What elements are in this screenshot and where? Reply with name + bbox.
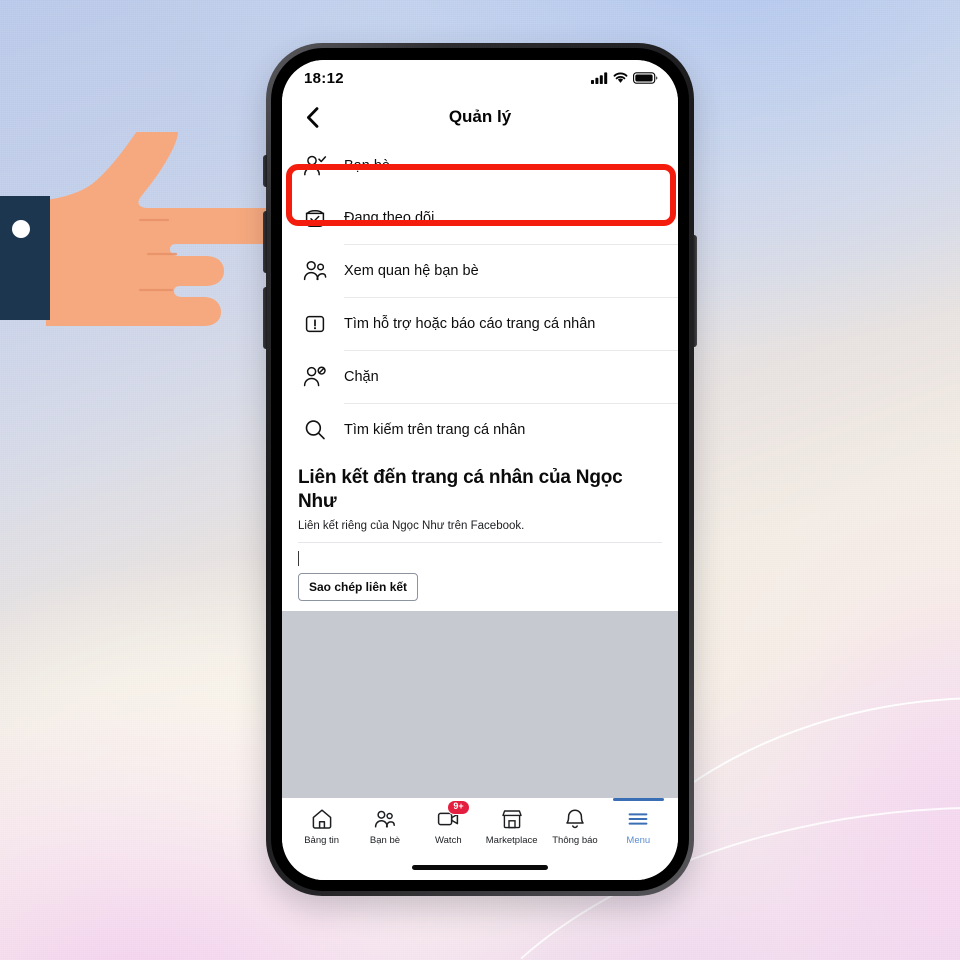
search-icon [296, 417, 334, 443]
menu-item-label: Bạn bè [344, 158, 390, 174]
menu-item-report-profile[interactable]: Tìm hỗ trợ hoặc báo cáo trang cá nhân [282, 298, 678, 350]
profile-link-section: Liên kết đến trang cá nhân của Ngọc Như … [282, 456, 678, 612]
menu-item-friend-relationship[interactable]: Xem quan hệ bạn bè [282, 245, 678, 297]
screen-body: Quản lý Bạn bè Đang theo dõi Xem quan hệ… [282, 94, 678, 880]
watch-icon: 9+ [436, 800, 470, 831]
status-time: 18:12 [304, 69, 344, 87]
active-tab-indicator [612, 798, 664, 801]
profile-link-title: Liên kết đến trang cá nhân của Ngọc Như [298, 467, 623, 512]
status-icons-group [591, 70, 658, 84]
menu-item-label: Đang theo dõi [344, 210, 435, 226]
bottom-navigation-bar: Bảng tin Bạn bè 9+ Watch Marketplace Thô… [282, 798, 678, 854]
power-button[interactable] [693, 235, 697, 347]
marketplace-icon [500, 807, 524, 831]
phone-bezel: 18:12 Quản lý Bạn bè Đang theo dõi Xem q… [271, 48, 689, 891]
nav-item-friends[interactable]: Bạn bè [353, 798, 416, 854]
menu-hamburger-icon [626, 807, 650, 831]
people-icon [296, 258, 334, 284]
menu-item-label: Tìm hỗ trợ hoặc báo cáo trang cá nhân [344, 316, 596, 332]
home-indicator[interactable] [412, 864, 548, 870]
menu-item-label: Xem quan hệ bạn bè [344, 263, 479, 279]
status-bar: 18:12 [282, 60, 678, 94]
nav-item-label: Menu [626, 835, 651, 846]
wifi-icon [613, 72, 628, 83]
pointing-hand-illustration [0, 113, 300, 347]
battery-icon [633, 72, 658, 84]
shirt-sleeve-cuff [0, 196, 50, 320]
text-cursor-caret [298, 550, 299, 566]
profile-link-subtitle: Liên kết riêng của Ngọc Như trên Faceboo… [298, 519, 525, 532]
nav-item-label: Bạn bè [369, 835, 401, 846]
nav-item-marketplace[interactable]: Marketplace [480, 798, 543, 854]
home-indicator-area [282, 854, 678, 880]
nav-item-menu[interactable]: Menu [607, 798, 670, 854]
nav-item-label: Watch [435, 835, 462, 846]
watch-badge: 9+ [447, 800, 470, 815]
chevron-left-icon [306, 106, 318, 128]
content-placeholder-area [282, 611, 678, 798]
menu-item-friends[interactable]: Bạn bè [282, 140, 678, 192]
nav-item-newsfeed[interactable]: Bảng tin [290, 798, 353, 854]
bell-icon [563, 807, 587, 831]
phone-device-frame: 18:12 Quản lý Bạn bè Đang theo dõi Xem q… [263, 43, 697, 896]
menu-item-label: Tìm kiếm trên trang cá nhân [344, 422, 526, 438]
profile-link-input-row[interactable] [298, 543, 662, 573]
page-title: Quản lý [448, 107, 512, 126]
menu-item-search-profile[interactable]: Tìm kiếm trên trang cá nhân [282, 404, 678, 456]
person-block-icon [296, 364, 334, 390]
screenshot-scene: 18:12 Quản lý Bạn bè Đang theo dõi Xem q… [0, 0, 960, 960]
app-header: Quản lý [282, 94, 678, 140]
menu-item-label: Chặn [344, 369, 379, 385]
back-button[interactable] [296, 101, 328, 133]
cellular-signal-icon [591, 72, 608, 84]
phone-screen: 18:12 Quản lý Bạn bè Đang theo dõi Xem q… [282, 60, 678, 880]
alert-box-icon [296, 311, 334, 337]
following-check-icon [296, 205, 334, 231]
menu-item-following[interactable]: Đang theo dõi [282, 192, 678, 244]
home-icon [310, 807, 334, 831]
nav-item-label: Bảng tin [304, 835, 340, 846]
nav-item-label: Thông báo [552, 835, 598, 846]
copy-link-button[interactable]: Sao chép liên kết [298, 573, 419, 602]
management-menu-list: Bạn bè Đang theo dõi Xem quan hệ bạn bè … [282, 140, 678, 456]
nav-item-label: Marketplace [485, 835, 538, 846]
sleeve-button-dot [12, 220, 30, 238]
friends-icon [373, 807, 397, 831]
nav-item-notifications[interactable]: Thông báo [543, 798, 606, 854]
nav-item-watch[interactable]: 9+ Watch [417, 798, 480, 854]
menu-item-block[interactable]: Chặn [282, 351, 678, 403]
volume-down-button[interactable] [263, 287, 267, 349]
silent-switch-button[interactable] [263, 155, 267, 187]
volume-up-button[interactable] [263, 211, 267, 273]
person-check-icon [296, 153, 334, 179]
